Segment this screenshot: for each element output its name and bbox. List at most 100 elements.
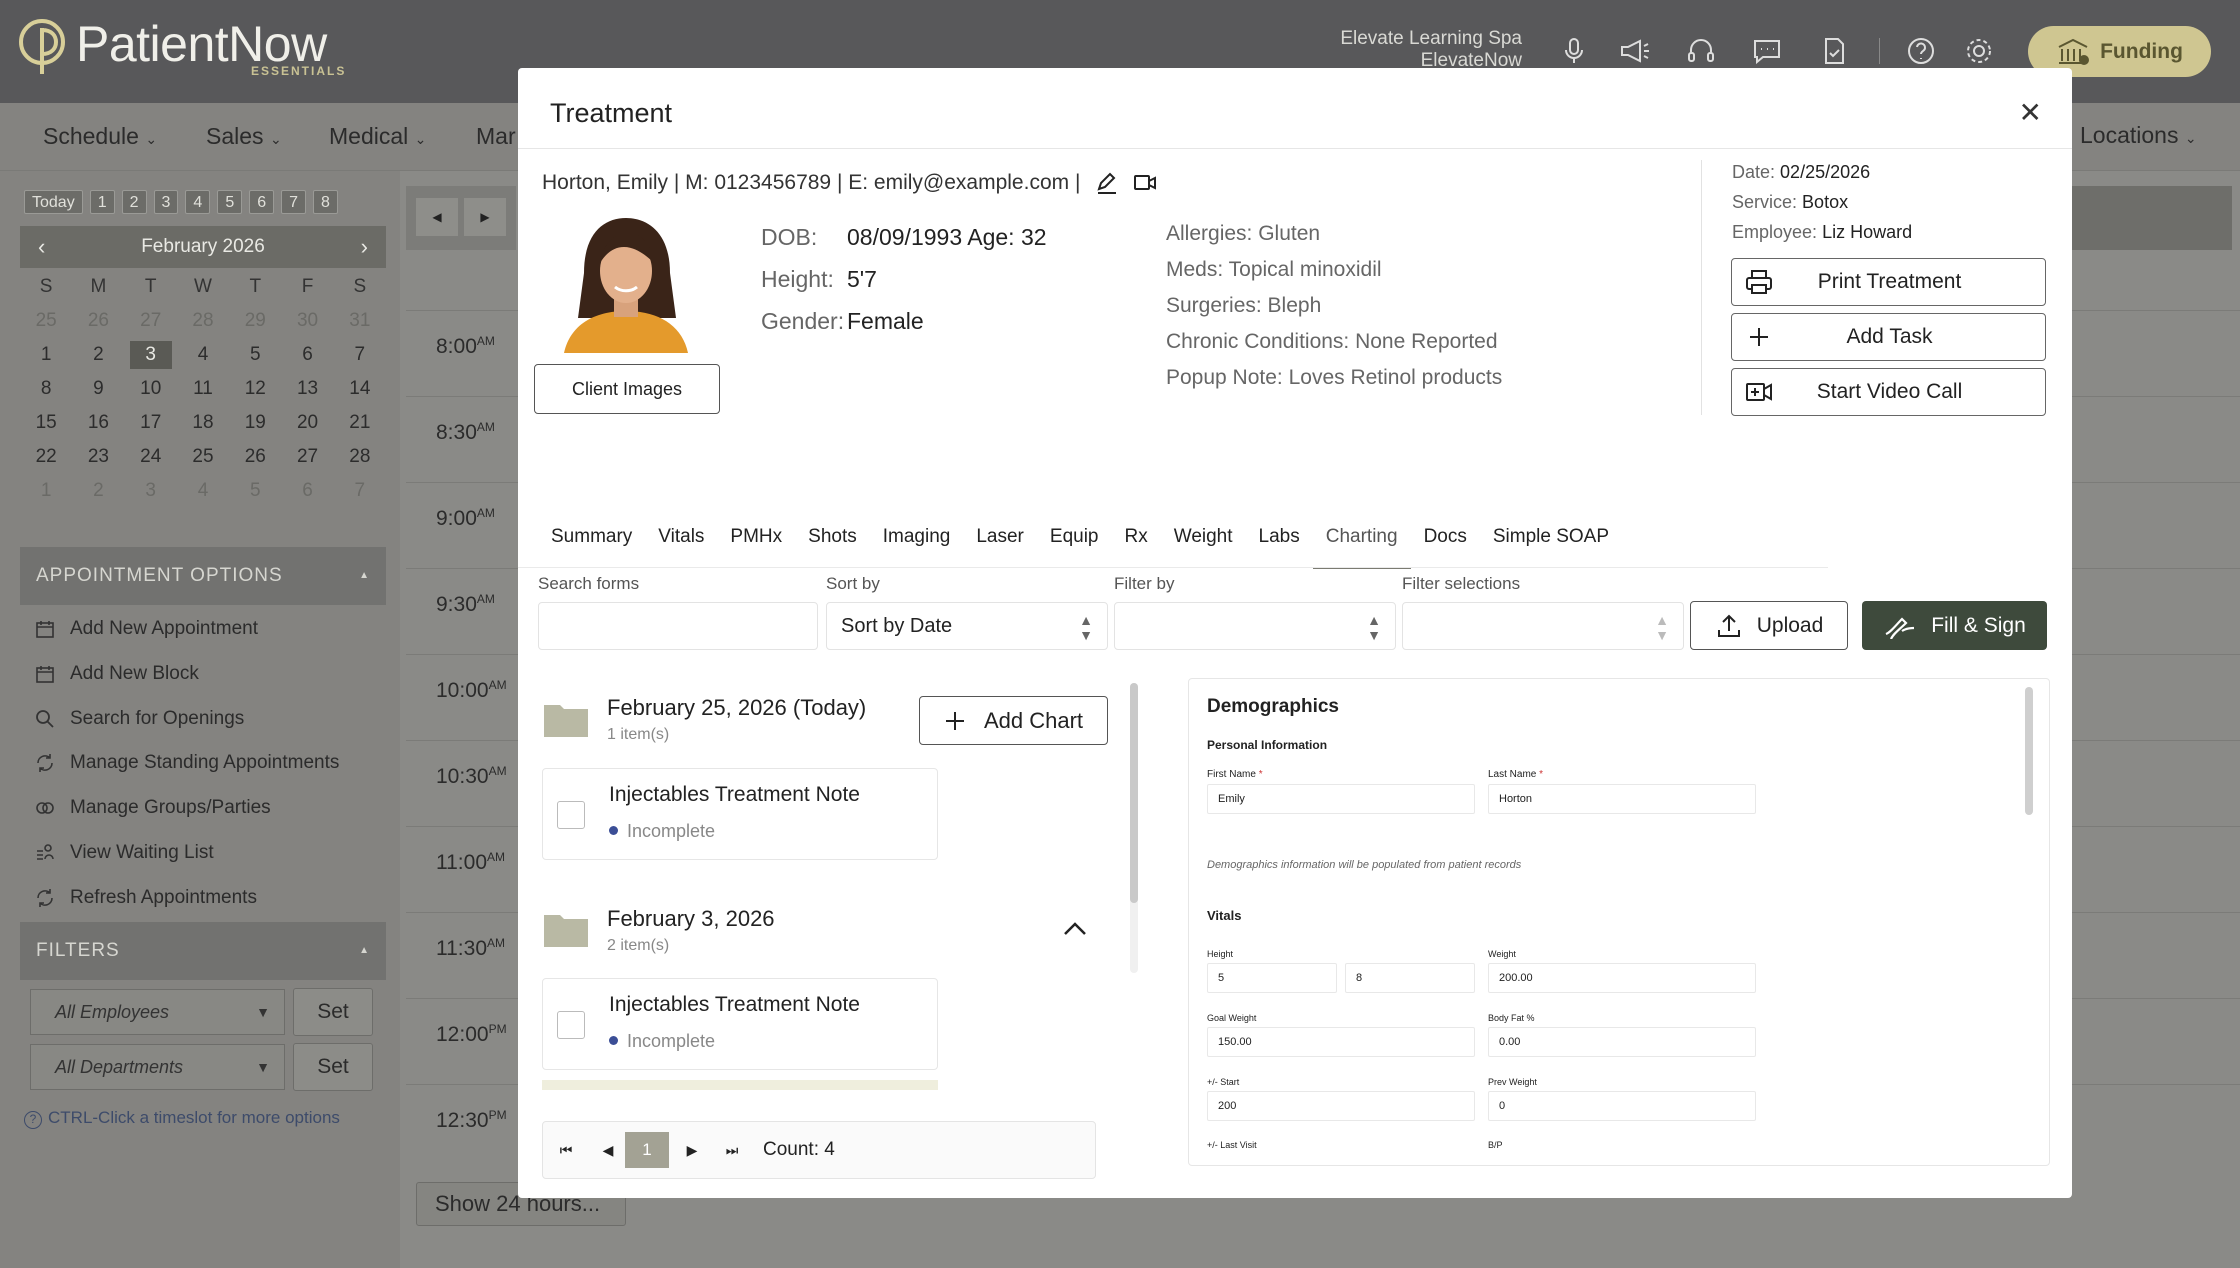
appointment-options-header[interactable]: APPOINTMENT OPTIONS ▲ xyxy=(20,547,386,605)
chat-icon[interactable] xyxy=(1750,34,1784,68)
filter-selections-select[interactable]: ▲ ▼ xyxy=(1402,602,1684,650)
tab-vitals[interactable]: Vitals xyxy=(645,523,717,569)
client-images-button[interactable]: Client Images xyxy=(534,364,720,414)
add-chart-button[interactable]: Add Chart xyxy=(919,696,1108,745)
week-button[interactable]: 8 xyxy=(313,190,338,214)
appointment-option[interactable]: Manage Groups/Parties xyxy=(34,797,271,819)
megaphone-icon[interactable] xyxy=(1617,34,1651,68)
set-departments-button[interactable]: Set xyxy=(293,1043,373,1091)
sort-by-select[interactable]: Sort by Date ▲ ▼ xyxy=(826,602,1108,650)
calendar-day[interactable]: 5 xyxy=(229,474,281,508)
calendar-day[interactable]: 24 xyxy=(125,440,177,474)
calendar-day[interactable]: 5 xyxy=(229,338,281,372)
microphone-icon[interactable] xyxy=(1557,34,1591,68)
tab-equip[interactable]: Equip xyxy=(1037,523,1112,569)
calendar-day[interactable]: 26 xyxy=(72,304,124,338)
calendar-day[interactable]: 1 xyxy=(20,474,72,508)
prev-day-icon[interactable]: ◀ xyxy=(416,198,458,236)
calendar-day[interactable]: 19 xyxy=(229,406,281,440)
calendar-day[interactable]: 10 xyxy=(125,372,177,406)
first-name-field[interactable]: Emily xyxy=(1207,784,1475,814)
clipboard-check-icon[interactable] xyxy=(1817,34,1851,68)
chevron-right-icon[interactable]: › xyxy=(361,234,368,260)
note-checkbox[interactable] xyxy=(557,1011,585,1039)
calendar-day[interactable]: 26 xyxy=(229,440,281,474)
tab-laser[interactable]: Laser xyxy=(963,523,1037,569)
calendar-day[interactable]: 2 xyxy=(72,338,124,372)
week-button[interactable]: 2 xyxy=(121,190,147,214)
tab-imaging[interactable]: Imaging xyxy=(870,523,964,569)
note-checkbox[interactable] xyxy=(557,801,585,829)
calendar-day[interactable]: 13 xyxy=(281,372,333,406)
tab-charting[interactable]: Charting xyxy=(1312,523,1411,569)
preview-scrollbar[interactable] xyxy=(2025,687,2033,815)
calendar-day[interactable]: 15 xyxy=(20,406,72,440)
calendar-day[interactable]: 7 xyxy=(334,338,386,372)
close-icon[interactable]: ✕ xyxy=(2019,96,2042,129)
last-page-icon[interactable]: ⏭ xyxy=(713,1132,751,1168)
calendar-day[interactable]: 11 xyxy=(177,372,229,406)
add-task-button[interactable]: Add Task xyxy=(1731,313,2046,361)
first-page-icon[interactable]: ⏮ xyxy=(547,1132,585,1168)
calendar-day[interactable]: 28 xyxy=(177,304,229,338)
calendar-day[interactable]: 6 xyxy=(281,474,333,508)
tab-summary[interactable]: Summary xyxy=(538,523,645,569)
calendar-day[interactable]: 20 xyxy=(281,406,333,440)
calendar-day[interactable]: 31 xyxy=(334,304,386,338)
calendar-day[interactable]: 4 xyxy=(177,338,229,372)
chart-note-card[interactable]: Injectables Treatment Note Incomplete xyxy=(542,978,938,1070)
gear-icon[interactable] xyxy=(1962,34,1996,68)
location-name[interactable]: Elevate Learning Spa ElevateNow xyxy=(1300,28,1522,72)
calendar-day[interactable]: 7 xyxy=(334,474,386,508)
department-filter-select[interactable]: All Departments ▼ xyxy=(30,1044,285,1090)
start-video-call-button[interactable]: Start Video Call xyxy=(1731,368,2046,416)
headset-icon[interactable] xyxy=(1684,34,1718,68)
calendar-day[interactable]: 1 xyxy=(20,338,72,372)
help-icon[interactable] xyxy=(1904,34,1938,68)
tab-weight[interactable]: Weight xyxy=(1161,523,1246,569)
nav-sales[interactable]: Sales ⌄ xyxy=(206,123,282,150)
scrollbar-thumb[interactable] xyxy=(1130,683,1138,903)
week-button[interactable]: 7 xyxy=(281,190,307,214)
week-button[interactable]: 6 xyxy=(249,190,275,214)
tab-simple-soap[interactable]: Simple SOAP xyxy=(1480,523,1622,569)
calendar-day[interactable]: 27 xyxy=(281,440,333,474)
upload-button[interactable]: Upload xyxy=(1690,601,1848,650)
filters-header[interactable]: FILTERS ▲ xyxy=(20,922,386,980)
appointment-option[interactable]: Manage Standing Appointments xyxy=(34,752,339,774)
height-feet-field[interactable]: 5 xyxy=(1207,963,1337,993)
week-button[interactable]: 5 xyxy=(217,190,243,214)
week-button[interactable]: 1 xyxy=(89,190,115,214)
current-page[interactable]: 1 xyxy=(625,1132,669,1168)
calendar-day[interactable]: 18 xyxy=(177,406,229,440)
calendar-day[interactable]: 3 xyxy=(129,341,172,369)
calendar-day[interactable]: 29 xyxy=(229,304,281,338)
body-fat-field[interactable]: 0.00 xyxy=(1488,1027,1756,1057)
calendar-day[interactable]: 17 xyxy=(125,406,177,440)
set-employees-button[interactable]: Set xyxy=(293,988,373,1036)
today-button[interactable]: Today xyxy=(24,190,83,214)
chevron-up-icon[interactable] xyxy=(1062,920,1088,938)
calendar-day[interactable]: 25 xyxy=(177,440,229,474)
next-page-icon[interactable]: ▶ xyxy=(673,1132,711,1168)
calendar-day[interactable]: 6 xyxy=(281,338,333,372)
calendar-day[interactable]: 9 xyxy=(72,372,124,406)
calendar-day[interactable]: 2 xyxy=(72,474,124,508)
tab-shots[interactable]: Shots xyxy=(795,523,870,569)
week-button[interactable]: 3 xyxy=(153,190,179,214)
appointment-option[interactable]: Search for Openings xyxy=(34,708,244,730)
fill-and-sign-button[interactable]: Fill & Sign xyxy=(1862,601,2047,650)
prev-page-icon[interactable]: ◀ xyxy=(589,1132,627,1168)
nav-medical[interactable]: Medical ⌄ xyxy=(329,123,426,150)
next-day-icon[interactable]: ▶ xyxy=(464,198,506,236)
nav-schedule[interactable]: Schedule ⌄ xyxy=(43,123,157,150)
appointment-option[interactable]: Add New Appointment xyxy=(34,618,258,640)
tab-docs[interactable]: Docs xyxy=(1411,523,1480,569)
calendar-day[interactable]: 25 xyxy=(20,304,72,338)
calendar-day[interactable]: 30 xyxy=(281,304,333,338)
video-add-icon[interactable] xyxy=(1132,170,1158,196)
calendar-day[interactable]: 28 xyxy=(334,440,386,474)
calendar-day[interactable]: 8 xyxy=(20,372,72,406)
calendar-day[interactable]: 23 xyxy=(72,440,124,474)
nav-locations[interactable]: Locations ⌄ xyxy=(2080,122,2197,149)
